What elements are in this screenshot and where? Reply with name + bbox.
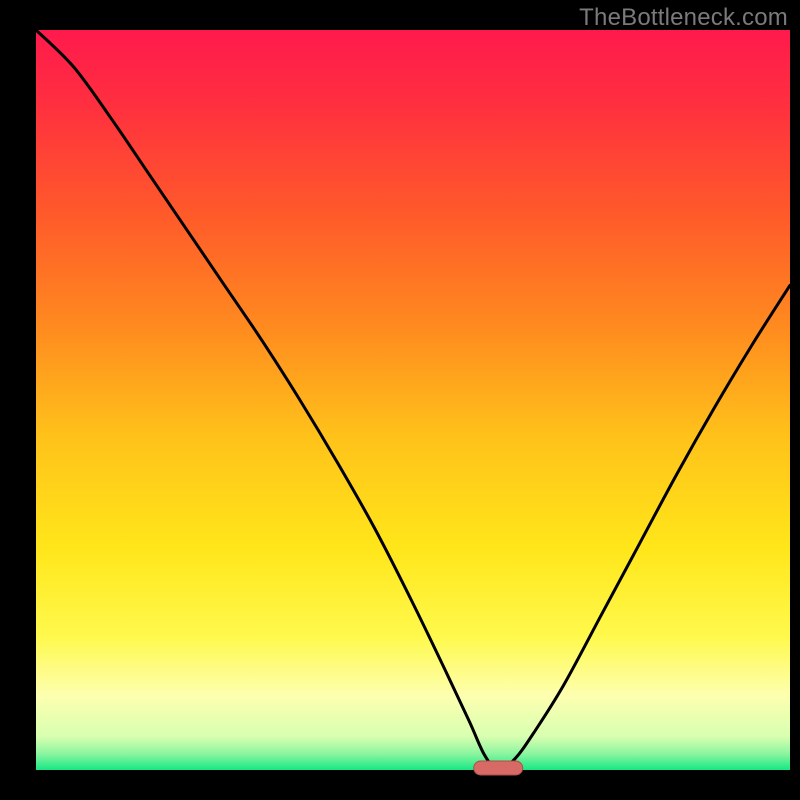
chart-frame: TheBottleneck.com [0,0,800,800]
gradient-background [36,30,790,770]
bottleneck-plot [0,0,800,800]
optimum-marker [474,761,523,775]
watermark-text: TheBottleneck.com [579,4,788,32]
